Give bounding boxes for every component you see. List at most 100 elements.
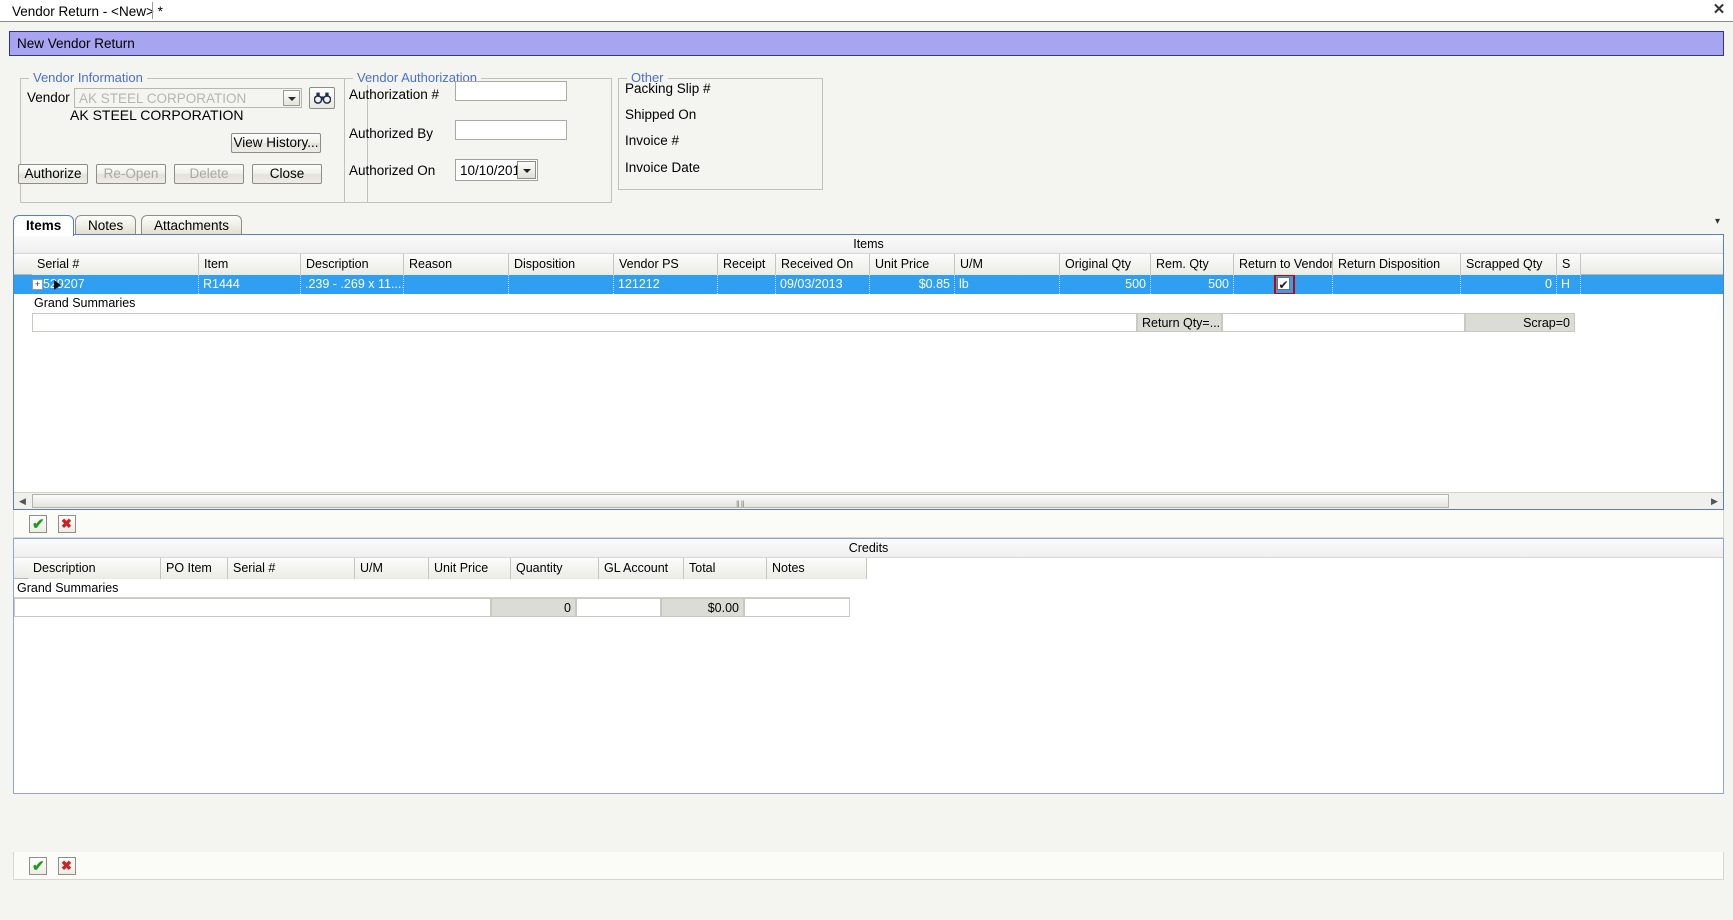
authorized-by-label: Authorized By [349, 126, 434, 141]
items-cell-receipt[interactable] [718, 275, 776, 294]
tab-items-label: Items [26, 218, 62, 233]
packing-slip-label: Packing Slip # [625, 81, 711, 96]
checkmark-icon[interactable] [29, 857, 47, 875]
items-column-header[interactable]: Original Qty [1060, 254, 1151, 275]
authorized-on-datepicker[interactable]: 10/10/201 [455, 159, 538, 181]
items-cell-um[interactable]: lb [955, 275, 1060, 294]
items-cell-received-on[interactable]: 09/03/2013 [776, 275, 870, 294]
items-column-header[interactable]: Description [301, 254, 404, 275]
authorized-on-label: Authorized On [349, 163, 436, 178]
items-column-header[interactable]: Serial # [32, 254, 199, 275]
vendor-label: Vendor [27, 90, 70, 105]
items-cell-scrapped-qty[interactable]: 0 [1461, 275, 1557, 294]
tab-attachments-label: Attachments [154, 218, 230, 233]
credits-column-header[interactable]: Quantity [511, 558, 599, 579]
credits-summary-quantity: 0 [491, 598, 576, 617]
cross-icon[interactable] [58, 857, 76, 875]
items-hscroll-thumb[interactable]: ‖‖ [32, 494, 1449, 509]
credits-summary-blank-left [14, 598, 491, 617]
items-summary-row: Return Qty=... Scrap=0 [32, 313, 1720, 332]
authorize-label: Authorize [24, 166, 82, 182]
tab-notes[interactable]: Notes [75, 215, 137, 235]
delete-button[interactable]: Delete [174, 164, 244, 184]
scroll-right-icon[interactable]: ▶ [1706, 493, 1723, 509]
chevron-down-icon[interactable] [283, 90, 300, 106]
return-to-vendor-checkbox-cell[interactable] [1234, 275, 1333, 294]
items-column-header[interactable]: Reason [404, 254, 509, 275]
authorization-number-input[interactable] [455, 81, 567, 101]
credits-column-header[interactable]: Notes [767, 558, 867, 579]
items-cell-extra[interactable]: H [1557, 275, 1581, 294]
credits-summary-blank-right [744, 598, 850, 617]
items-column-header[interactable]: Return to Vendor [1234, 254, 1333, 275]
items-column-header[interactable]: Unit Price [870, 254, 955, 275]
authorization-number-label: Authorization # [349, 87, 440, 102]
tab-attachments[interactable]: Attachments [141, 215, 243, 235]
items-column-header[interactable]: Vendor PS [614, 254, 718, 275]
credits-column-header[interactable]: U/M [355, 558, 429, 579]
items-summary-return-qty: Return Qty=... [1137, 313, 1222, 332]
items-grand-summaries-label: Grand Summaries [34, 296, 136, 310]
items-column-header[interactable]: U/M [955, 254, 1060, 275]
vendor-lookup-button[interactable] [309, 87, 335, 109]
cross-icon[interactable] [58, 515, 76, 533]
credits-grid-caption: Credits [14, 539, 1723, 558]
page-title: New Vendor Return [17, 36, 135, 51]
document-tab-vendor-return[interactable]: Vendor Return - <New> * [6, 0, 173, 21]
document-tab-label: Vendor Return - <New> * [12, 4, 163, 19]
credits-column-header[interactable]: Unit Price [429, 558, 511, 579]
items-cell-vendor-ps[interactable]: 121212 [614, 275, 718, 294]
items-column-header[interactable]: Received On [776, 254, 870, 275]
tab-items[interactable]: Items [13, 215, 75, 236]
credits-column-header[interactable]: PO Item [161, 558, 228, 579]
items-hscrollbar[interactable]: ◀ ‖‖ ▶ [14, 492, 1723, 509]
scroll-left-icon[interactable]: ◀ [14, 493, 31, 509]
vendor-select-value: AK STEEL CORPORATION [79, 91, 247, 106]
items-cell-unit-price[interactable]: $0.85 [870, 275, 955, 294]
authorized-on-value: 10/10/201 [460, 163, 521, 178]
document-tab-bar: Vendor Return - <New> * ✕ [0, 0, 1733, 22]
items-cell-return-disposition[interactable] [1333, 275, 1461, 294]
authorize-button[interactable]: Authorize [18, 164, 88, 184]
view-history-button[interactable]: View History... [231, 133, 321, 153]
panel-collapse-icon[interactable]: ▾ [1715, 216, 1729, 230]
page-title-banner: New Vendor Return [9, 31, 1724, 56]
items-column-header[interactable]: Rem. Qty [1151, 254, 1234, 275]
items-grid-header: Serial # Item Description Reason Disposition… [14, 254, 1723, 275]
reopen-button[interactable]: Re-Open [96, 164, 166, 184]
items-action-bar [13, 510, 1724, 538]
invoice-number-label: Invoice # [625, 133, 680, 148]
credits-column-header[interactable]: Description [28, 558, 161, 579]
scroll-grip-icon: ‖‖ [736, 499, 746, 509]
invoice-date-label: Invoice Date [625, 160, 701, 175]
items-column-header[interactable]: Return Disposition [1333, 254, 1461, 275]
close-icon[interactable]: ✕ [1711, 2, 1727, 18]
row-expander-icon[interactable]: + [32, 279, 43, 290]
credits-column-header[interactable]: Total [684, 558, 767, 579]
vendor-information-legend: Vendor Information [29, 70, 147, 85]
items-summary-scrap: Scrap=0 [1465, 313, 1575, 332]
items-cell-reason[interactable] [404, 275, 509, 294]
items-column-header[interactable]: Receipt [718, 254, 776, 275]
items-column-header[interactable]: S [1557, 254, 1581, 275]
table-row[interactable]: 3529207 R1444.239 - .269 x 11.... 121212 09… [14, 275, 1723, 294]
items-column-header[interactable]: Item [199, 254, 301, 275]
items-cell-original-qty[interactable]: 500 [1060, 275, 1151, 294]
items-cell-rem-qty[interactable]: 500 [1151, 275, 1234, 294]
credits-column-header[interactable]: Serial # [228, 558, 355, 579]
credits-grand-summaries-row [14, 579, 850, 598]
checkmark-icon[interactable] [29, 515, 47, 533]
items-cell-item[interactable]: R1444 [199, 275, 301, 294]
chevron-down-icon[interactable] [517, 161, 536, 179]
close-button[interactable]: Close [252, 164, 322, 184]
items-cell-disposition[interactable] [509, 275, 614, 294]
items-column-header[interactable]: Disposition [509, 254, 614, 275]
items-cell-description[interactable]: .239 - .269 x 11.... [301, 275, 404, 294]
vendor-select[interactable]: AK STEEL CORPORATION [74, 88, 302, 108]
credits-column-header[interactable]: GL Account [599, 558, 684, 579]
authorized-by-input[interactable] [455, 120, 567, 140]
highlight-box [1273, 275, 1295, 294]
view-history-label: View History... [233, 135, 319, 151]
credits-panel: Credits Description PO Item Serial # U/M Uni… [13, 538, 1724, 794]
items-column-header[interactable]: Scrapped Qty [1461, 254, 1557, 275]
